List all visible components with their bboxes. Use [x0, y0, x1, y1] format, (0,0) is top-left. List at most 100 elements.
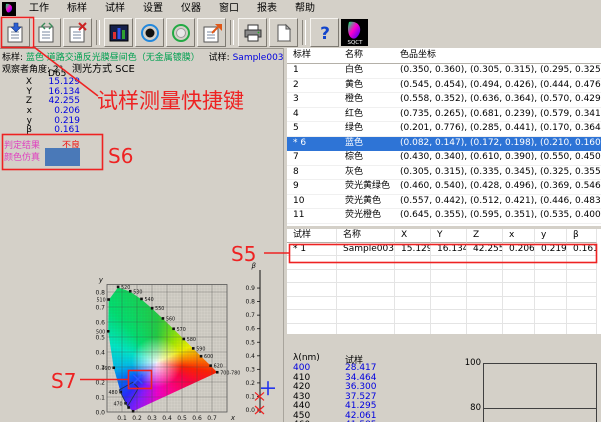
sample-measure-button[interactable]	[1, 18, 30, 47]
sample-cell[interactable]: 0.219	[535, 243, 567, 257]
print-preview-button[interactable]	[269, 18, 298, 47]
sample-empty-cell	[337, 256, 395, 270]
standards-row[interactable]: * 6蓝色(0.082, 0.147), (0.172, 0.198), (0.…	[287, 137, 601, 152]
toolbar-separator	[302, 20, 306, 45]
sci-measure-button[interactable]	[135, 18, 164, 47]
svg-text:520: 520	[121, 285, 130, 291]
standard-id: 5	[293, 122, 299, 136]
standards-row[interactable]: 9荧光黄绿色(0.460, 0.540), (0.428, 0.496), (0…	[287, 180, 601, 195]
sample-header-cell: Z	[467, 229, 503, 243]
menu-item-6[interactable]: 窗口	[210, 1, 248, 17]
standard-coords: (0.430, 0.340), (0.610, 0.390), (0.550, …	[400, 151, 601, 165]
chart-view-button[interactable]	[104, 18, 133, 47]
svg-text:0.3: 0.3	[245, 366, 255, 373]
menu-item-8[interactable]: 帮助	[286, 1, 324, 17]
standards-row[interactable]: 1白色(0.350, 0.360), (0.305, 0.315), (0.29…	[287, 64, 601, 79]
standard-name: 荧光橙色	[345, 209, 381, 223]
svg-text:0.2: 0.2	[95, 380, 105, 387]
svg-text:0.3: 0.3	[147, 415, 157, 422]
sqct-logo-icon: SQCT	[341, 19, 368, 46]
sample-empty-cell	[535, 310, 567, 324]
svg-text:SQCT: SQCT	[347, 40, 363, 46]
standards-row[interactable]: 3橙色(0.558, 0.352), (0.636, 0.364), (0.57…	[287, 93, 601, 108]
sample-measure-icon	[5, 22, 27, 44]
standards-row-empty	[287, 224, 601, 227]
svg-text:470: 470	[113, 401, 122, 407]
sample-name: Sample003	[233, 53, 284, 63]
svg-text:560: 560	[166, 316, 175, 322]
print-button[interactable]	[238, 18, 267, 47]
sample-cell[interactable]: * 1	[287, 243, 337, 257]
svg-text:0.2: 0.2	[245, 380, 255, 387]
sample-empty-cell	[567, 297, 597, 311]
standards-row[interactable]: 8灰色(0.305, 0.315), (0.335, 0.345), (0.32…	[287, 166, 601, 181]
svg-text:0.4: 0.4	[162, 415, 172, 422]
svg-text:?: ?	[320, 24, 330, 44]
standard-name: 灰色	[345, 166, 363, 180]
sample-delete-button[interactable]	[63, 18, 92, 47]
spectral-row: 45042.061	[287, 412, 477, 422]
sample-cell[interactable]: 42.255	[467, 243, 503, 257]
help-button[interactable]: ?	[310, 18, 339, 47]
standard-name: 橙色	[345, 93, 363, 107]
svg-text:0.0: 0.0	[95, 410, 105, 417]
standard-id: 4	[293, 108, 299, 122]
measure-mode: 测光方式 SCE	[72, 64, 135, 75]
sample-empty-cell	[467, 297, 503, 311]
standards-row[interactable]: 2黄色(0.545, 0.454), (0.494, 0.426), (0.44…	[287, 79, 601, 94]
standard-id: * 6	[293, 137, 306, 151]
sample-empty-cell	[337, 324, 395, 335]
sample-empty-cell	[337, 297, 395, 311]
standards-table: 标样 名称 色品坐标 1白色(0.350, 0.360), (0.305, 0.…	[287, 48, 601, 226]
menu-item-3[interactable]: 试样	[96, 1, 134, 17]
svg-text:510: 510	[96, 298, 105, 304]
svg-text:0.8: 0.8	[245, 299, 255, 306]
sample-header-cell: β	[567, 229, 597, 243]
standards-row[interactable]: 4红色(0.735, 0.265), (0.681, 0.239), (0.57…	[287, 108, 601, 123]
sample-header-cell: Y	[431, 229, 467, 243]
standards-row[interactable]: 10荧光黄色(0.557, 0.442), (0.512, 0.421), (0…	[287, 195, 601, 210]
standards-row[interactable]: 11荧光橙色(0.645, 0.355), (0.595, 0.351), (0…	[287, 209, 601, 224]
sample-cell[interactable]: 0.206	[503, 243, 535, 257]
standard-coords: (0.545, 0.454), (0.494, 0.426), (0.444, …	[400, 79, 601, 93]
spectral-chart-tick-100: 100	[455, 358, 481, 368]
sample-empty-cell	[567, 324, 597, 335]
svg-text:0.5: 0.5	[245, 339, 255, 346]
tri-value: 0.161	[32, 126, 80, 136]
standard-id: 9	[293, 180, 299, 194]
standards-header-name: 名称	[345, 48, 363, 63]
svg-text:0.6: 0.6	[95, 320, 105, 327]
menu-item-2[interactable]: 标样	[58, 1, 96, 17]
app-window: 工作标样试样设置仪器窗口报表帮助	[0, 0, 601, 422]
spectral-row: 41034.464	[287, 374, 477, 384]
svg-text:0.6: 0.6	[245, 326, 255, 333]
sqct-logo-button[interactable]: SQCT	[341, 19, 368, 46]
sample-navigate-button[interactable]	[32, 18, 61, 47]
sci-target-icon	[139, 22, 161, 44]
toolbar-separator	[96, 20, 100, 45]
sample-empty-cell	[337, 270, 395, 284]
sample-cell[interactable]: 15.129	[395, 243, 431, 257]
export-data-button[interactable]	[197, 18, 226, 47]
sample-empty-cell	[337, 310, 395, 324]
svg-text:540: 540	[145, 297, 154, 303]
menu-item-4[interactable]: 设置	[134, 1, 172, 17]
standards-row[interactable]: 7棕色(0.430, 0.340), (0.610, 0.390), (0.55…	[287, 151, 601, 166]
svg-text:0.9: 0.9	[245, 285, 255, 292]
menu-item-1[interactable]: 工作	[20, 1, 58, 17]
menu-item-5[interactable]: 仪器	[172, 1, 210, 17]
svg-text:490: 490	[102, 366, 111, 372]
sample-cell[interactable]: Sample003	[337, 243, 395, 257]
sample-empty-cell	[535, 270, 567, 284]
sample-empty-cell	[287, 256, 337, 270]
standard-name: 白色	[345, 64, 363, 78]
spectral-row: 40028.417	[287, 364, 477, 374]
standards-row[interactable]: 5绿色(0.201, 0.776), (0.285, 0.441), (0.17…	[287, 122, 601, 137]
sample-empty-cell	[337, 283, 395, 297]
svg-text:500: 500	[96, 329, 105, 335]
sample-cell[interactable]: 16.134	[431, 243, 467, 257]
menu-item-7[interactable]: 报表	[248, 1, 286, 17]
sce-measure-button[interactable]	[166, 18, 195, 47]
menu-bar: 工作标样试样设置仪器窗口报表帮助	[0, 0, 601, 18]
sample-cell[interactable]: 0.161	[567, 243, 597, 257]
